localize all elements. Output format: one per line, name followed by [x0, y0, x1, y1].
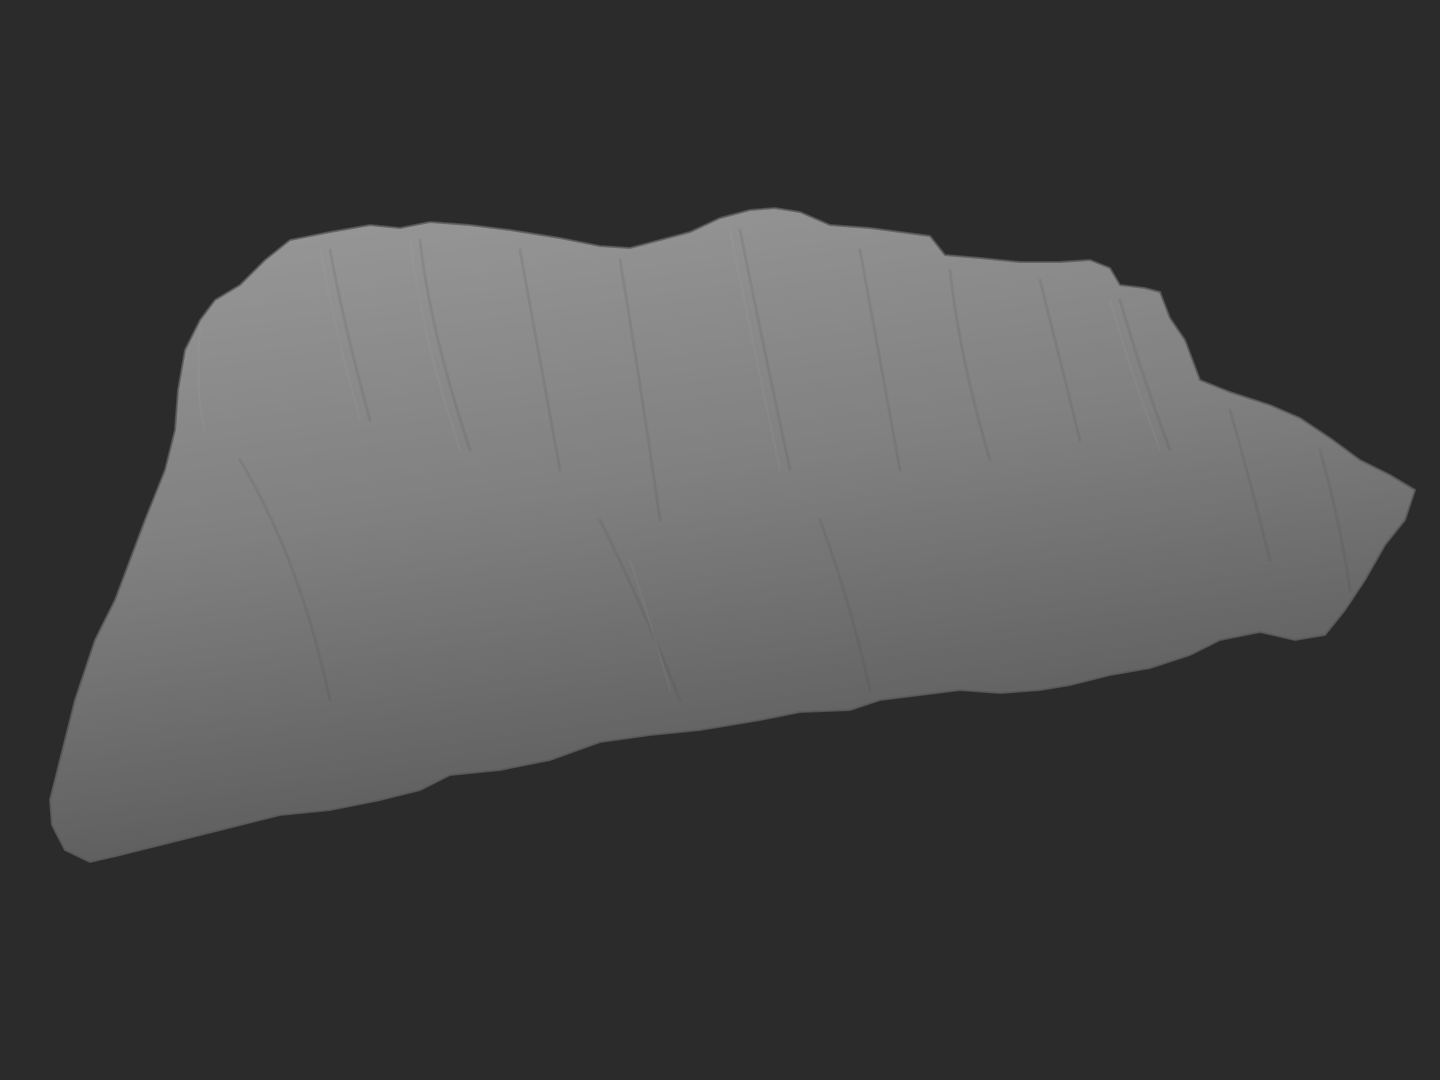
rock-mesh — [49, 207, 1416, 863]
render-viewport[interactable] — [0, 0, 1440, 1080]
rock-sculpt-render — [49, 207, 1416, 863]
